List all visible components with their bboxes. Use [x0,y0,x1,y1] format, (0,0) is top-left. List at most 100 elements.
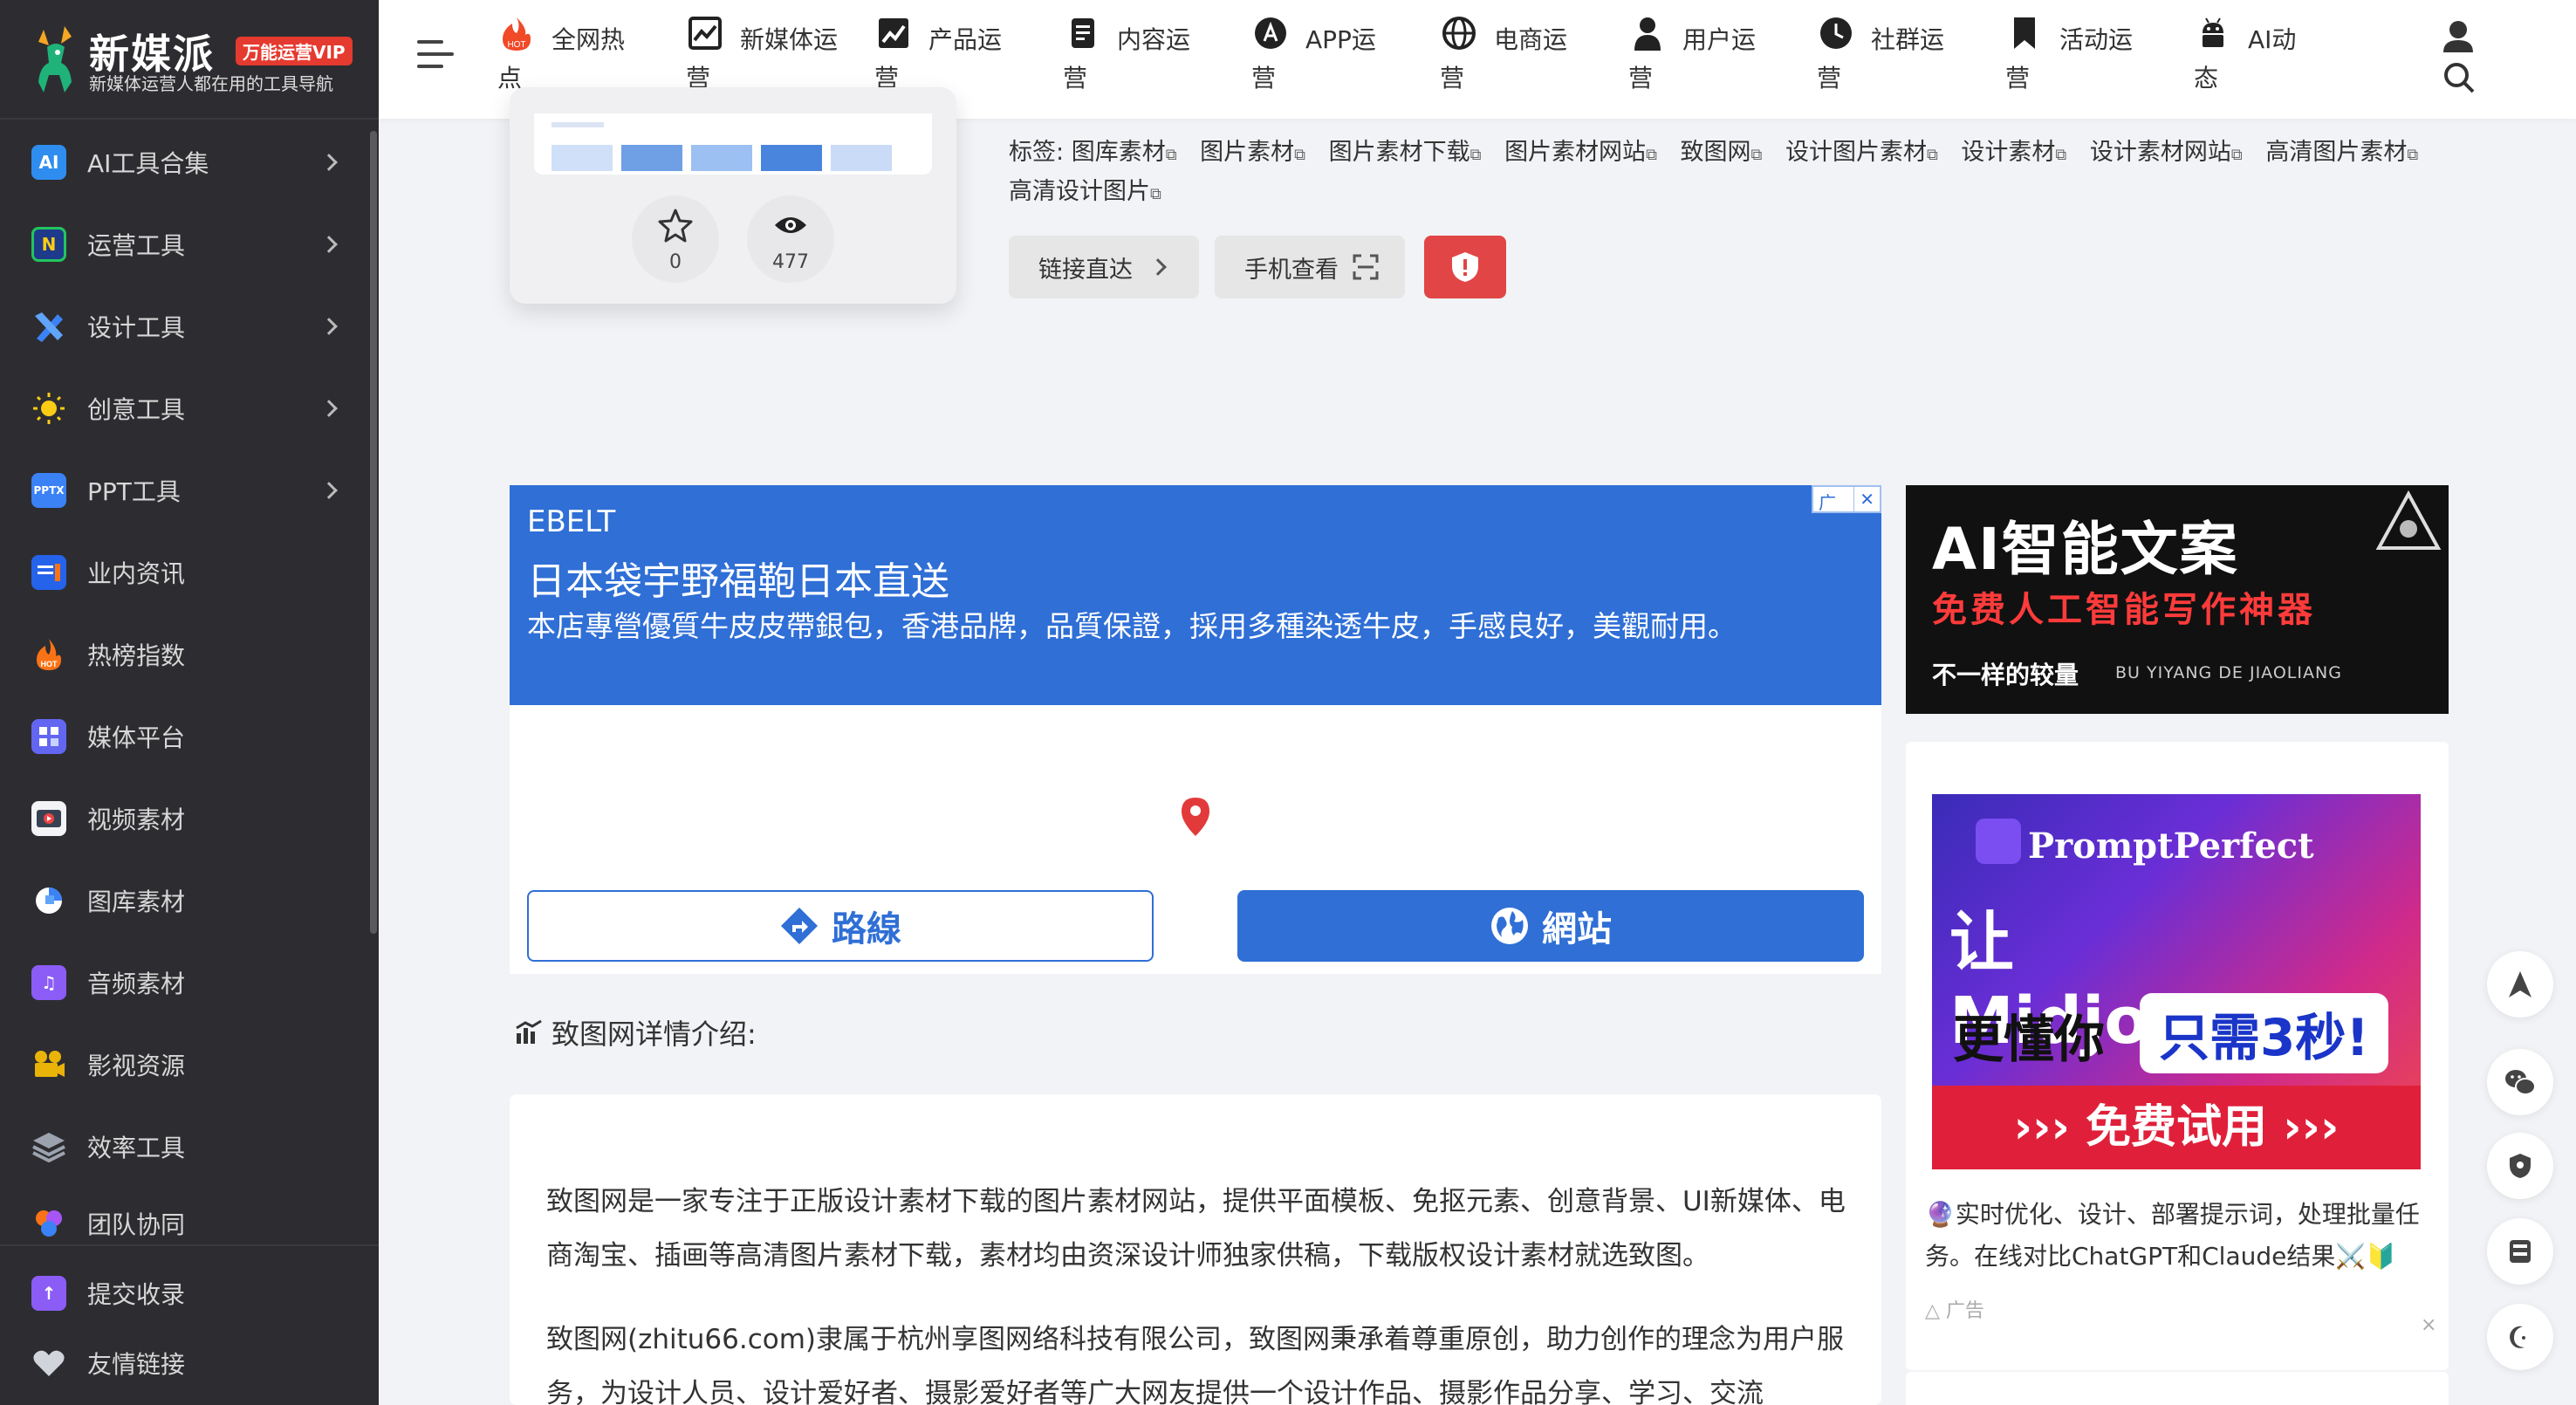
chevron-right-icon [320,482,338,499]
hot-sites-card [1906,1372,2449,1405]
sidebar-item-friend-links[interactable]: 友情链接 [0,1328,379,1398]
sidebar-item-video-assets[interactable]: 视频素材 [0,784,379,853]
promptperfect-ad[interactable]: PromptPerfect 让Midjourney 更懂你 只需3秒! ››› … [1906,742,2449,1370]
site-logo[interactable]: 新媒派 万能运营VIP 新媒体运营人都在用的工具导航 [26,19,358,98]
tag-link[interactable]: 致图网⧉ [1681,139,1763,166]
globe-icon [1442,17,1476,50]
nav-item-content[interactable]: 内容运 营 [1063,16,1237,94]
sidebar-item-label: 友情链接 [87,1350,186,1379]
nav-item-community[interactable]: 社群运 营 [1817,16,1991,94]
favorite-count: 0 [669,251,682,273]
ops-icon: N [31,227,66,262]
account-icon[interactable] [2436,17,2480,96]
promptperfect-banner[interactable]: PromptPerfect 让Midjourney 更懂你 只需3秒! ››› … [1932,794,2421,1169]
security-button[interactable] [2487,1133,2553,1199]
sidebar-item-label: 提交收录 [87,1280,186,1309]
sidebar-item-submit[interactable]: ↑ 提交收录 [0,1258,379,1328]
route-button[interactable]: 路線 [527,890,1154,962]
doc-icon [1072,18,1094,48]
favorite-button[interactable]: 0 [632,195,719,283]
calculator-icon [2510,1240,2531,1263]
sponsored-ad[interactable]: EBELT 日本袋宇野福鞄日本直送 本店專營優質牛皮皮帶銀包，香港品牌，品質保證… [510,485,1881,974]
back-to-top-button[interactable] [2487,951,2553,1018]
nav-item-ai-news[interactable]: AI动 态 [2194,16,2368,94]
calculator-button[interactable] [2487,1218,2553,1285]
gallery-icon [31,883,66,918]
sidebar-item-gallery[interactable]: 图库素材 [0,866,379,936]
globe-icon [1491,908,1528,944]
tags-label: 标签: [1009,139,1065,166]
tag-link[interactable]: 图片素材⧉ [1200,139,1305,166]
clock-icon [1820,17,1852,49]
dark-mode-button[interactable] [2487,1304,2553,1370]
sidebar-item-label: AI工具合集 [87,149,209,178]
direct-link-button[interactable]: 链接直达 [1009,236,1199,298]
sidebar-divider [0,118,379,120]
nav-label-wrap: 营 [2005,64,2031,93]
bookmark-icon [2014,17,2035,49]
ad-choices[interactable]: 广告 ✕ [1812,485,1881,538]
tag-link[interactable]: 高清设计图片⧉ [1009,178,1161,205]
sidebar-item-hot-index[interactable]: HOT 热榜指数 [0,620,379,689]
nav-item-user[interactable]: 用户运 营 [1628,16,1803,94]
sidebar-item-team[interactable]: 团队协同 [0,1189,379,1258]
hot-fire-icon: HOT [503,17,531,51]
site-screenshot [534,113,932,175]
appstore-icon [1255,17,1286,49]
wechat-button[interactable] [2487,1049,2553,1115]
sidebar-item-creative-tools[interactable]: 创意工具 [0,374,379,443]
sidebar-item-news[interactable]: 业内资讯 [0,538,379,607]
mobile-view-button[interactable]: 手机查看 [1215,236,1405,298]
tag-link[interactable]: 高清图片素材⧉ [2265,139,2418,166]
ad-r2-line2a: 更懂你 [1953,1010,2106,1069]
ad-title[interactable]: 日本袋宇野福鞄日本直送 [527,550,949,606]
report-button[interactable] [1424,236,1506,298]
svg-text:HOT: HOT [41,660,58,668]
tag-link[interactable]: 图片素材网站⧉ [1504,139,1657,166]
sidebar-item-film[interactable]: 影视资源 [0,1030,379,1100]
tag-link[interactable]: 设计素材网站⧉ [2090,139,2243,166]
site-thumbnail-card: 0 477 [510,87,956,304]
nav-item-ecommerce[interactable]: 电商运 营 [1440,16,1614,94]
sidebar-item-ai-tools[interactable]: AI AI工具合集 [0,127,379,197]
ai-copywriting-ad[interactable]: AI智能文案 免费人工智能写作神器 不一样的较量 BU YIYANG DE JI… [1906,485,2449,714]
intro-paragraph: 致图网是一家专注于正版设计素材下载的图片素材网站，提供平面模板、免抠元素、创意背… [546,1186,1846,1271]
ad-r1-tagline: 不一样的较量 [1932,661,2079,689]
chart-up-icon [879,18,908,48]
nav-item-activity[interactable]: 活动运 营 [2005,16,2180,94]
nav-label: 活动运 [2059,25,2134,54]
sidebar-item-media-platforms[interactable]: 媒体平台 [0,702,379,771]
ppt-icon: PPTX [31,473,66,508]
vip-badge: 万能运营VIP [236,37,353,65]
website-button[interactable]: 網站 [1237,890,1864,962]
sidebar-scrollbar[interactable] [370,131,377,934]
nav-label: 用户运 [1682,25,1757,54]
sidebar-item-label: 运营工具 [87,231,186,260]
close-icon[interactable]: ✕ [1853,487,1880,511]
sidebar-item-design-tools[interactable]: 设计工具 [0,291,379,361]
views-stat: 477 [747,195,834,283]
sidebar-item-ppt-tools[interactable]: PPTX PPT工具 [0,456,379,525]
nav-item-product[interactable]: 产品运 营 [874,16,1049,94]
close-icon[interactable]: × [2421,1314,2436,1336]
tag-link[interactable]: 图片素材下载⧉ [1329,139,1482,166]
sidebar-item-label: 效率工具 [87,1134,186,1162]
tag-link[interactable]: 设计图片素材⧉ [1785,139,1938,166]
nav-item-app[interactable]: APP运 营 [1251,16,1426,94]
nav-item-new-media[interactable]: 新媒体运 营 [686,16,860,94]
tag-link[interactable]: 图库素材⧉ [1072,139,1177,166]
ad-r2-cta[interactable]: ››› 免费试用 ››› [1932,1086,2421,1169]
sidebar-item-audio[interactable]: ♫ 音频素材 [0,948,379,1018]
news-icon [31,555,66,590]
moon-icon [2510,1326,2525,1348]
menu-toggle-icon[interactable] [417,40,454,72]
sidebar-item-efficiency[interactable]: 效率工具 [0,1112,379,1182]
nav-label: 内容运 [1117,25,1191,54]
chevron-right-icon [320,318,338,335]
tag-link[interactable]: 设计素材⧉ [1961,139,2066,166]
sidebar-item-ops-tools[interactable]: N 运营工具 [0,209,379,279]
intro-paragraph: 致图网(zhitu66.com)隶属于杭州享图网络科技有限公司，致图网秉承着尊重… [546,1324,1845,1405]
sidebar-item-label: 团队协同 [87,1210,186,1239]
chevron-right-icon [320,400,338,417]
nav-item-hot[interactable]: HOT 全网热 点 [497,16,672,94]
